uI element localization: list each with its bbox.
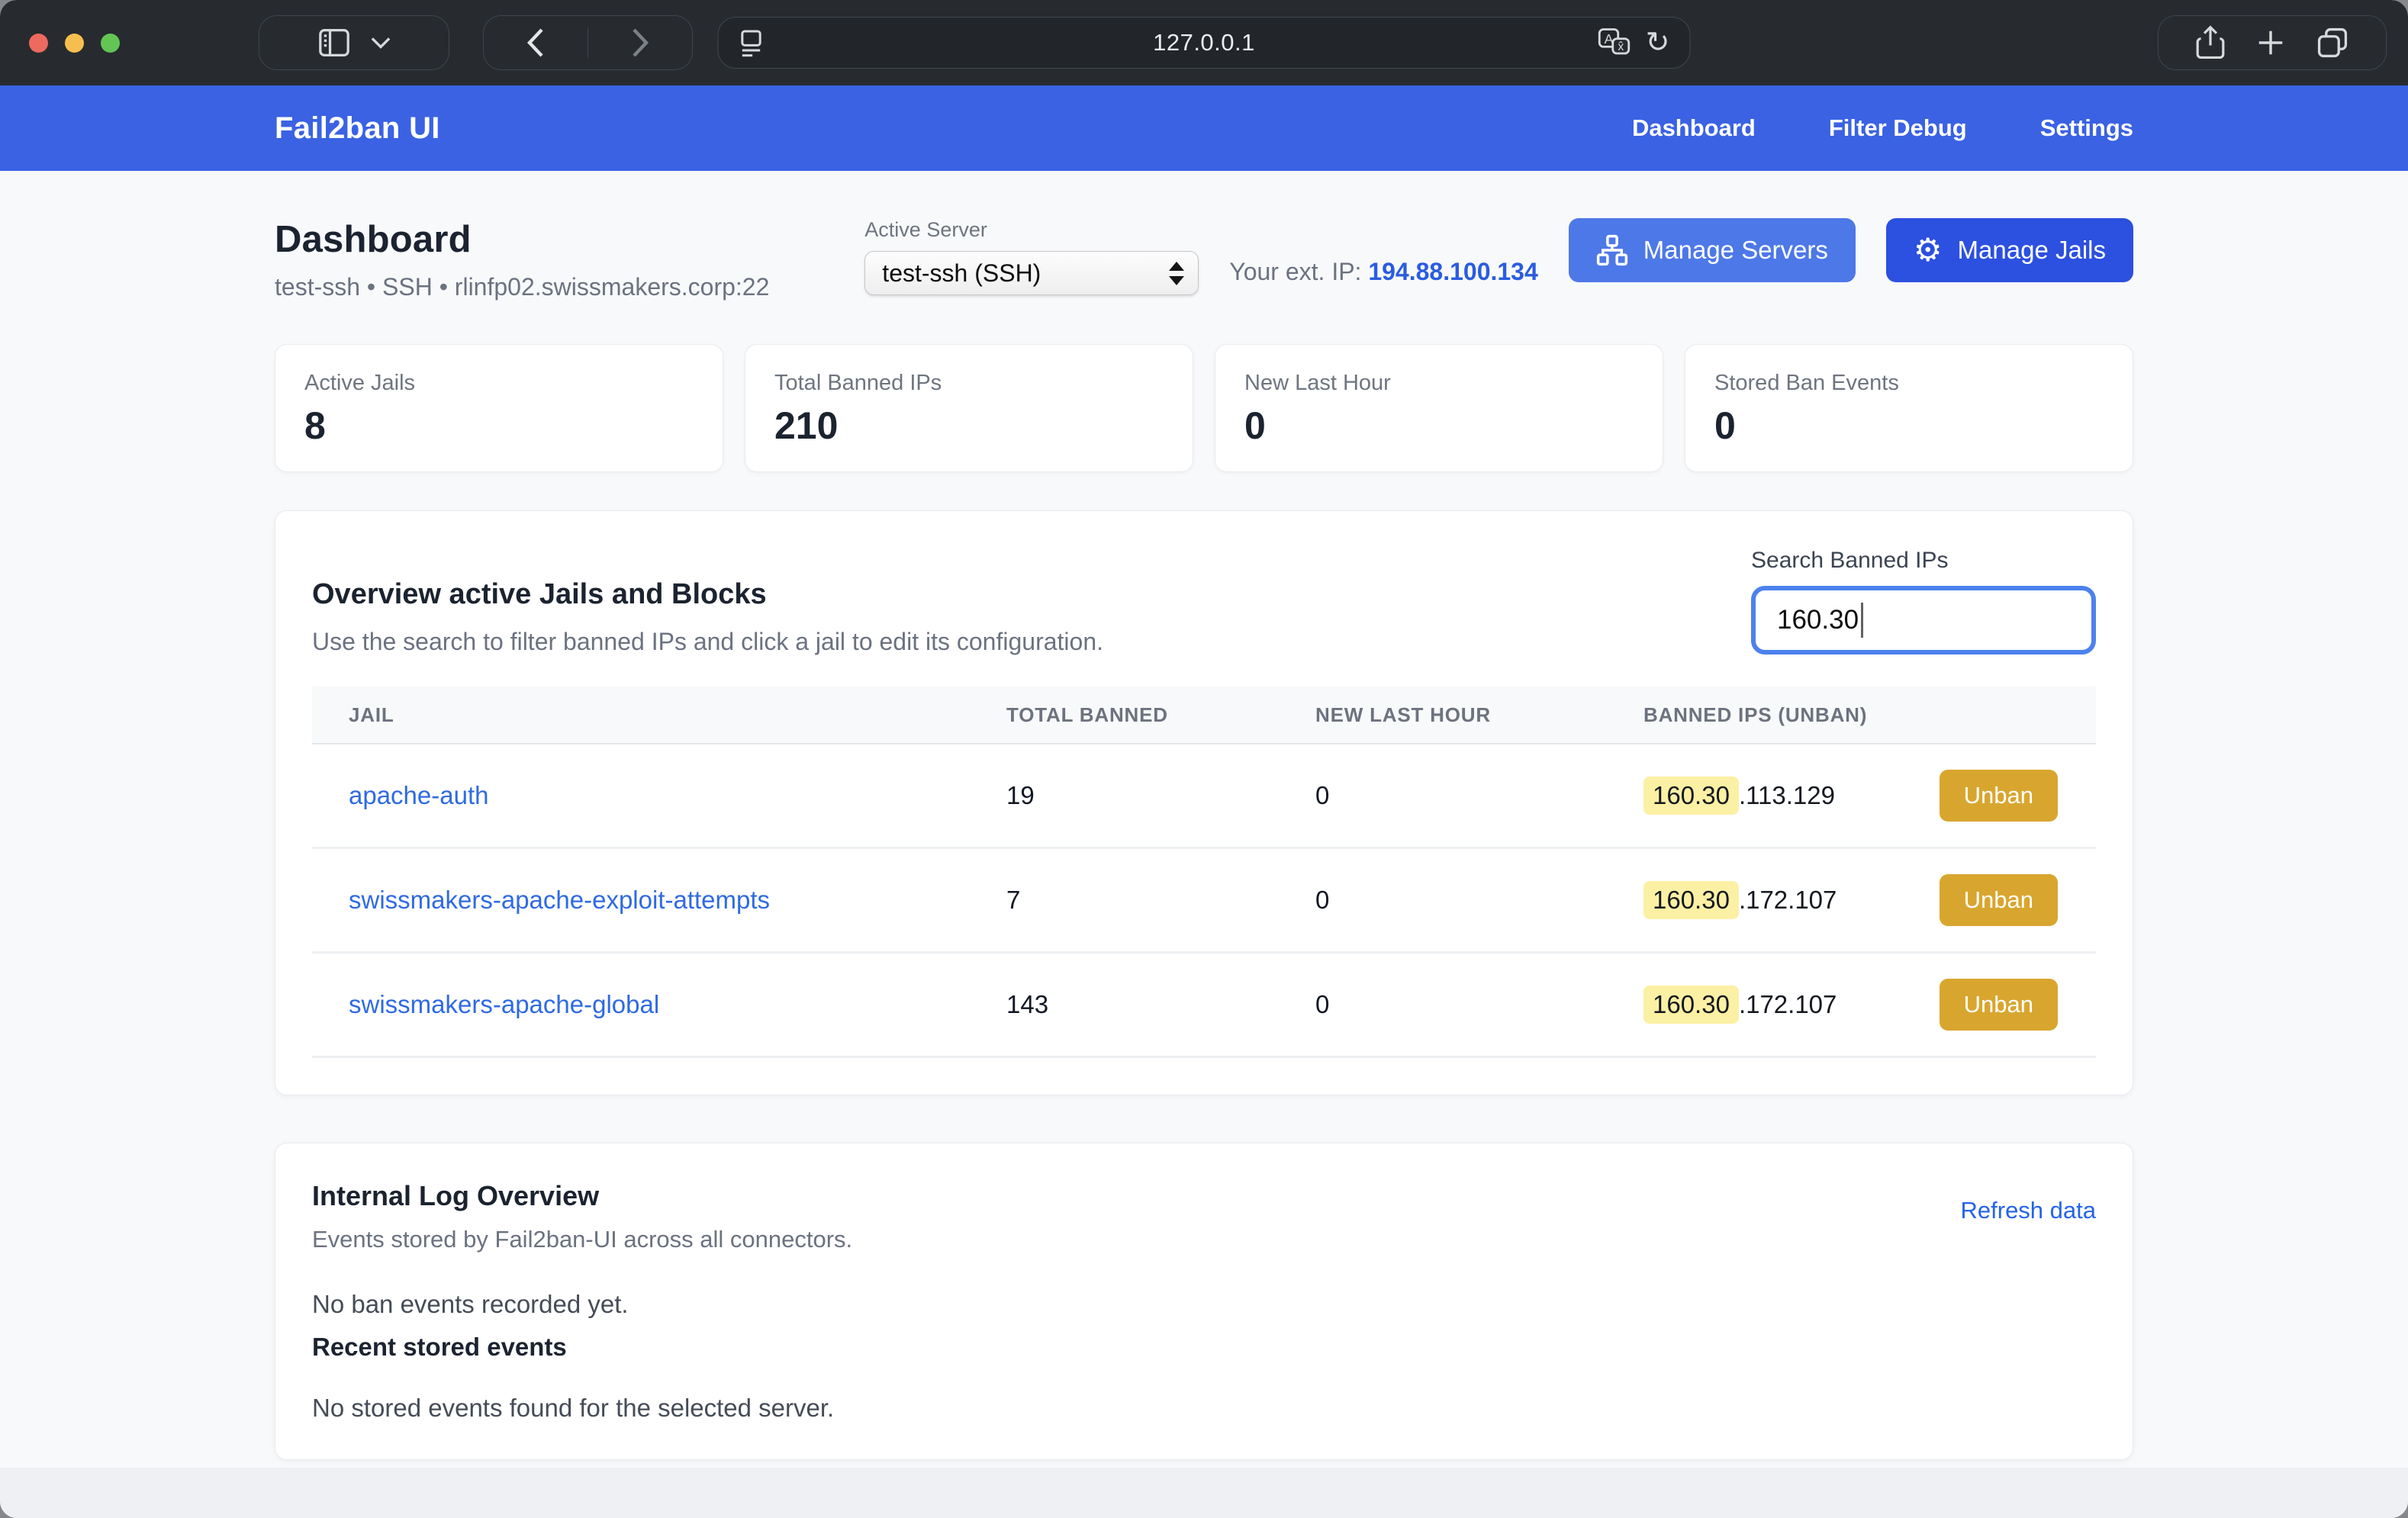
no-ban-events-text: No ban events recorded yet. xyxy=(312,1290,2096,1319)
jail-link[interactable]: swissmakers-apache-exploit-attempts xyxy=(349,886,770,914)
no-stored-events-text: No stored events found for the selected … xyxy=(312,1394,2096,1423)
stat-value: 210 xyxy=(774,404,1164,448)
svg-text:x̂: x̂ xyxy=(1618,40,1624,53)
active-server-label: Active Server xyxy=(864,218,1199,242)
url-bar[interactable]: 127.0.0.1 A x̂ ↻ xyxy=(718,17,1691,69)
stat-value: 0 xyxy=(1714,404,2104,448)
total-banned-value: 143 xyxy=(1006,990,1315,1019)
log-title: Internal Log Overview xyxy=(312,1180,852,1212)
nav-links: Dashboard Filter Debug Settings xyxy=(1632,114,2133,142)
active-server-select[interactable]: test-ssh (SSH) xyxy=(864,251,1199,295)
stat-cards: Active Jails 8 Total Banned IPs 210 New … xyxy=(275,344,2133,472)
new-last-hour-value: 0 xyxy=(1315,990,1643,1019)
browser-window: 127.0.0.1 A x̂ ↻ xyxy=(0,0,2408,1518)
back-button[interactable] xyxy=(484,16,588,69)
chevron-down-icon xyxy=(371,36,391,50)
page-subtitle: test-ssh • SSH • rlinfp02.swissmakers.co… xyxy=(275,273,769,301)
col-jail: Jail xyxy=(312,703,1006,727)
translate-icon[interactable]: A x̂ xyxy=(1597,27,1632,59)
refresh-data-link[interactable]: Refresh data xyxy=(1961,1197,2097,1224)
overview-card: Overview active Jails and Blocks Use the… xyxy=(275,510,2133,1095)
page-title: Dashboard xyxy=(275,218,769,261)
stat-card-total-banned: Total Banned IPs 210 xyxy=(745,344,1193,472)
new-last-hour-value: 0 xyxy=(1315,781,1643,810)
overview-title: Overview active Jails and Blocks xyxy=(312,578,1103,611)
gear-icon: ⚙ xyxy=(1914,234,1943,266)
log-subtitle: Events stored by Fail2ban-UI across all … xyxy=(312,1226,852,1253)
stat-label: Active Jails xyxy=(304,371,694,396)
ip-rest: .113.129 xyxy=(1739,781,1835,810)
stat-label: New Last Hour xyxy=(1244,371,1634,396)
close-window-button[interactable] xyxy=(29,34,48,53)
tab-overview-icon[interactable] xyxy=(2316,26,2349,59)
chevron-right-icon xyxy=(631,27,649,58)
url-text: 127.0.0.1 xyxy=(719,29,1690,56)
share-icon[interactable] xyxy=(2195,25,2226,60)
nav-link-settings[interactable]: Settings xyxy=(2040,114,2133,142)
sidebar-toggle-button[interactable] xyxy=(259,15,449,70)
active-server-value: test-ssh (SSH) xyxy=(882,259,1041,288)
brand-title[interactable]: Fail2ban UI xyxy=(275,111,440,146)
window-footer-strip xyxy=(0,1468,2408,1518)
app-navbar: Fail2ban UI Dashboard Filter Debug Setti… xyxy=(0,85,2408,171)
internal-log-card: Internal Log Overview Events stored by F… xyxy=(275,1143,2133,1460)
search-banned-ips-label: Search Banned IPs xyxy=(1751,548,2096,574)
select-arrows-icon xyxy=(1169,262,1184,285)
total-banned-value: 7 xyxy=(1006,886,1315,915)
total-banned-value: 19 xyxy=(1006,781,1315,810)
sitemap-icon xyxy=(1596,234,1628,266)
toolbar-right-group xyxy=(2158,15,2387,70)
overview-subtitle: Use the search to filter banned IPs and … xyxy=(312,628,1103,656)
ip-rest: .172.107 xyxy=(1739,990,1837,1019)
stat-value: 0 xyxy=(1244,404,1634,448)
stat-label: Stored Ban Events xyxy=(1714,371,2104,396)
col-banned-ips: Banned IPs (Unban) xyxy=(1643,703,2096,727)
stat-value: 8 xyxy=(304,404,694,448)
zoom-window-button[interactable] xyxy=(101,34,120,53)
ip-match-highlight: 160.30 xyxy=(1643,881,1739,919)
new-tab-icon[interactable] xyxy=(2255,27,2287,59)
sidebar-icon xyxy=(317,27,351,58)
unban-button[interactable]: Unban xyxy=(1940,770,2058,822)
chevron-left-icon xyxy=(526,27,545,58)
forward-button[interactable] xyxy=(588,16,692,69)
nav-link-filter-debug[interactable]: Filter Debug xyxy=(1829,114,1967,142)
ip-match-highlight: 160.30 xyxy=(1643,777,1739,815)
manage-jails-button[interactable]: ⚙ Manage Jails xyxy=(1886,218,2133,282)
jails-table: Jail Total Banned New Last Hour Banned I… xyxy=(312,687,2096,1058)
ip-rest: .172.107 xyxy=(1739,886,1837,915)
table-row: apache-auth 19 0 160.30.113.129 Unban xyxy=(312,745,2096,849)
col-new-last-hour: New Last Hour xyxy=(1315,703,1643,727)
search-banned-ips-input[interactable]: 160.30 xyxy=(1751,586,2096,654)
external-ip: Your ext. IP: 194.88.100.134 xyxy=(1229,258,1537,286)
col-total-banned: Total Banned xyxy=(1006,703,1315,727)
stat-card-new-last-hour: New Last Hour 0 xyxy=(1215,344,1663,472)
external-ip-link[interactable]: 194.88.100.134 xyxy=(1368,258,1537,285)
history-nav-group xyxy=(483,15,693,70)
browser-titlebar: 127.0.0.1 A x̂ ↻ xyxy=(0,0,2408,85)
stat-card-stored-ban-events: Stored Ban Events 0 xyxy=(1685,344,2133,472)
stat-card-active-jails: Active Jails 8 xyxy=(275,344,723,472)
unban-button[interactable]: Unban xyxy=(1940,874,2058,926)
stat-label: Total Banned IPs xyxy=(774,371,1164,396)
new-last-hour-value: 0 xyxy=(1315,886,1643,915)
page-content: Dashboard test-ssh • SSH • rlinfp02.swis… xyxy=(0,171,2408,1468)
unban-button[interactable]: Unban xyxy=(1940,979,2058,1031)
table-row: swissmakers-apache-exploit-attempts 7 0 … xyxy=(312,849,2096,954)
reload-icon[interactable]: ↻ xyxy=(1646,28,1670,57)
traffic-lights xyxy=(29,34,120,53)
jail-link[interactable]: apache-auth xyxy=(349,781,488,809)
text-caret xyxy=(1861,603,1863,638)
jail-link[interactable]: swissmakers-apache-global xyxy=(349,990,659,1018)
minimize-window-button[interactable] xyxy=(65,34,84,53)
recent-stored-events-title: Recent stored events xyxy=(312,1333,2096,1362)
ip-match-highlight: 160.30 xyxy=(1643,986,1739,1024)
table-header: Jail Total Banned New Last Hour Banned I… xyxy=(312,687,2096,745)
manage-servers-button[interactable]: Manage Servers xyxy=(1569,218,1856,282)
dashboard-header: Dashboard test-ssh • SSH • rlinfp02.swis… xyxy=(275,218,2133,301)
nav-link-dashboard[interactable]: Dashboard xyxy=(1632,114,1756,142)
table-row: swissmakers-apache-global 143 0 160.30.1… xyxy=(312,954,2096,1058)
